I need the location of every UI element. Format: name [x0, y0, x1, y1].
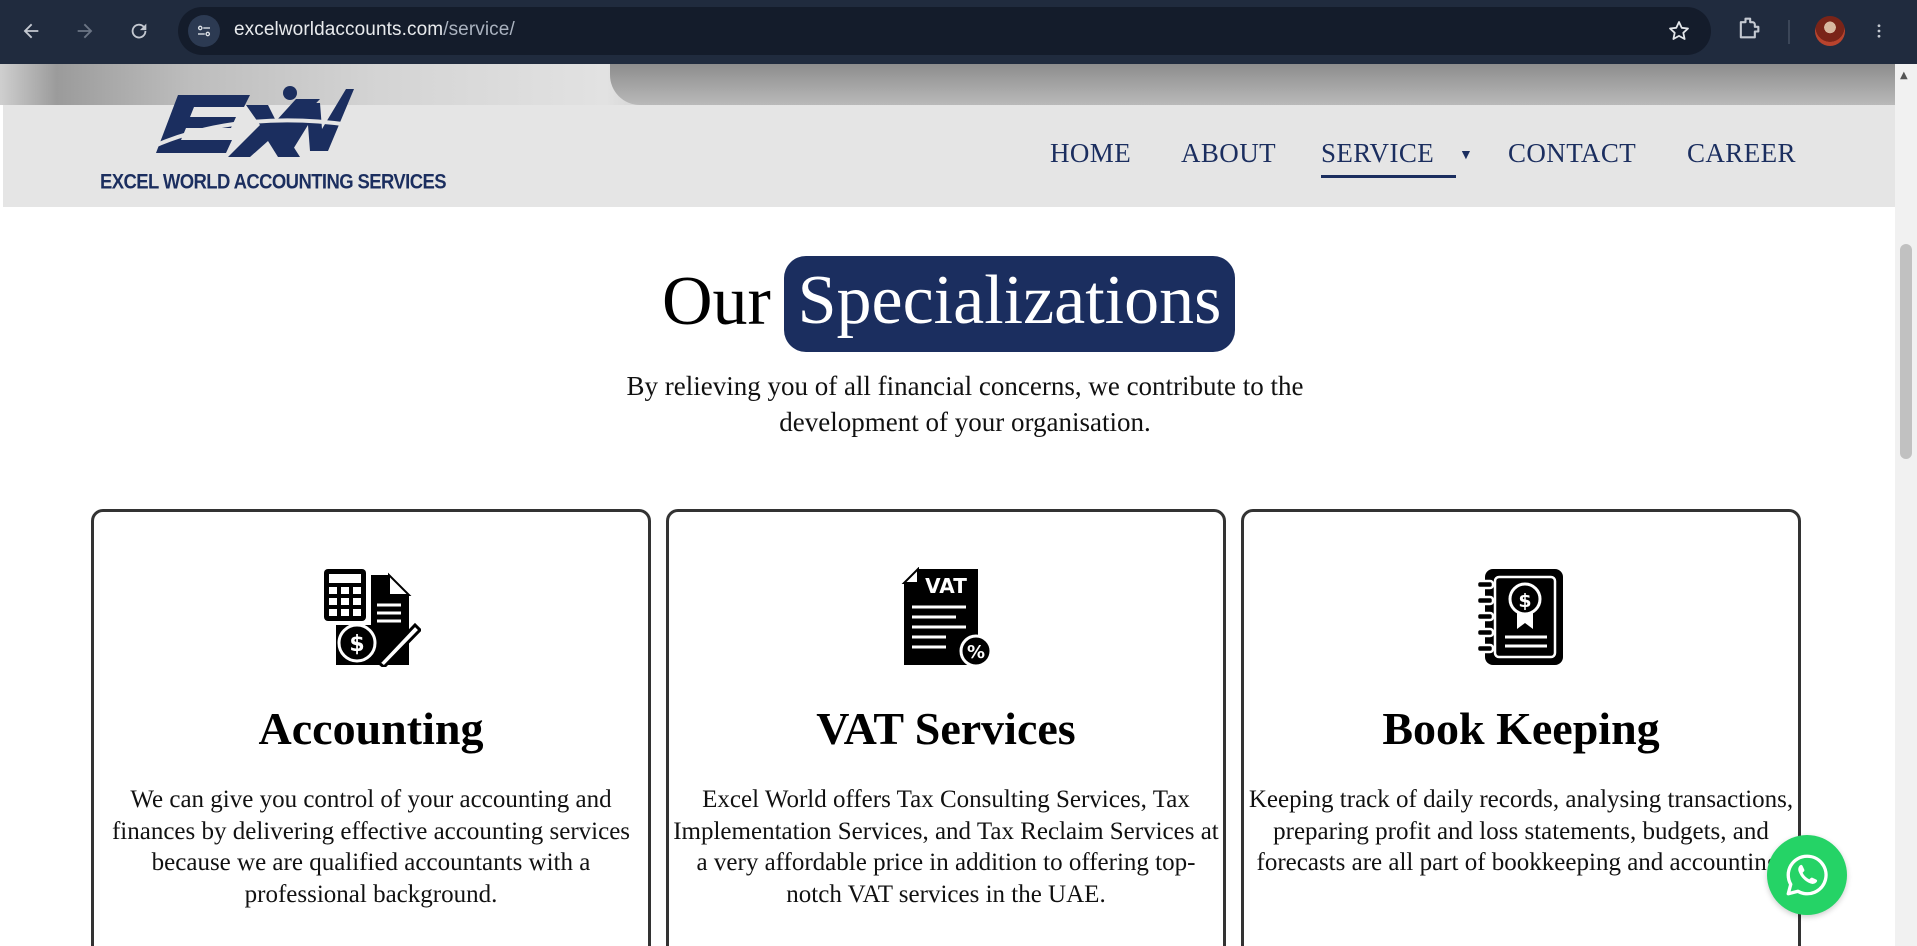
vat-document-icon: VAT % — [901, 567, 993, 667]
url-text[interactable]: excelworldaccounts.com/service/ — [234, 19, 515, 41]
scroll-up-arrow-icon[interactable]: ▲ — [1900, 70, 1908, 81]
page-title: Our Specializations — [0, 252, 1917, 352]
whatsapp-chat-button[interactable] — [1767, 835, 1847, 915]
card-title: Accounting — [258, 703, 484, 754]
service-card-vat[interactable]: VAT % VAT Services Excel World offers Ta… — [666, 509, 1226, 946]
calculator-invoice-icon: $ — [324, 569, 421, 667]
extensions-icon[interactable] — [1735, 14, 1763, 47]
page-scrollbar[interactable]: ▲ — [1895, 64, 1917, 946]
chevron-down-icon[interactable]: ▼ — [1459, 148, 1473, 164]
card-title: Book Keeping — [1382, 703, 1660, 754]
main-navigation: HOME ABOUT SERVICE ▼ CONTACT CAREER — [3, 138, 1895, 178]
card-description: Excel World offers Tax Consulting Servic… — [673, 786, 1219, 908]
bookmark-star-icon[interactable] — [1667, 19, 1691, 48]
nav-contact[interactable]: CONTACT — [1508, 138, 1636, 169]
title-plain: Our — [662, 263, 771, 340]
service-cards: $ Accounting We can give you control of … — [0, 509, 1917, 946]
ledger-book-icon: $ — [1475, 569, 1563, 665]
url-path: /service/ — [443, 19, 515, 40]
forward-button[interactable] — [68, 14, 102, 48]
section-subtitle: By relieving you of all financial concer… — [626, 371, 1304, 437]
nav-home[interactable]: HOME — [1050, 138, 1131, 169]
profile-avatar[interactable] — [1815, 16, 1845, 46]
svg-text:%: % — [967, 642, 985, 663]
back-button[interactable] — [14, 14, 48, 48]
title-highlight: Specializations — [784, 256, 1235, 352]
url-host: excelworldaccounts.com — [234, 19, 444, 40]
reload-button[interactable] — [122, 14, 156, 48]
site-header: EXCEL WORLD ACCOUNTING SERVICES HOME ABO… — [3, 86, 1895, 207]
reload-icon — [131, 23, 147, 39]
address-bar[interactable]: excelworldaccounts.com/service/ — [178, 7, 1711, 55]
browser-toolbar: excelworldaccounts.com/service/ — [0, 0, 1917, 64]
forward-arrow-icon — [77, 23, 93, 39]
svg-text:$: $ — [1518, 590, 1531, 612]
card-title: VAT Services — [816, 703, 1076, 754]
card-description: Keeping track of daily records, analysin… — [1248, 786, 1794, 876]
whatsapp-icon — [1786, 854, 1828, 896]
kebab-menu-icon[interactable] — [1872, 16, 1886, 51]
svg-text:VAT: VAT — [925, 574, 967, 598]
service-card-bookkeeping[interactable]: $ Book Keeping Keeping track of daily re… — [1241, 509, 1801, 946]
nav-career[interactable]: CAREER — [1687, 138, 1796, 169]
back-arrow-icon — [23, 23, 39, 39]
svg-text:$: $ — [349, 632, 364, 657]
toolbar-separator — [1788, 20, 1790, 44]
card-description: We can give you control of your accounti… — [111, 786, 631, 908]
site-info-icon[interactable] — [188, 15, 220, 47]
scrollbar-thumb[interactable] — [1900, 244, 1912, 459]
nav-service[interactable]: SERVICE — [1321, 138, 1457, 178]
service-card-accounting[interactable]: $ Accounting We can give you control of … — [91, 509, 651, 946]
nav-about[interactable]: ABOUT — [1181, 138, 1276, 169]
